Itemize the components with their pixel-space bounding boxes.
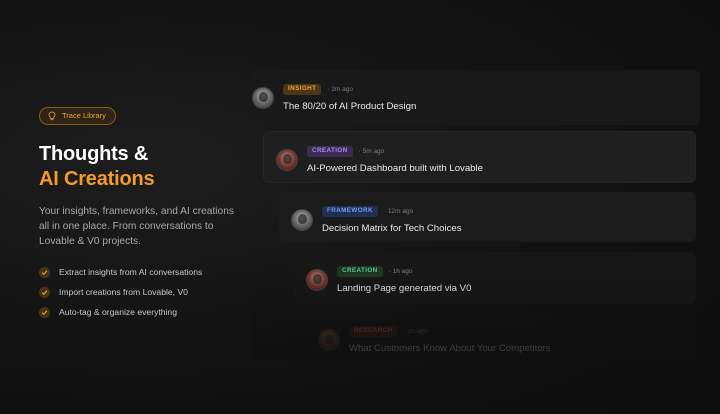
check-icon [39, 306, 50, 318]
feed-card[interactable]: CREATION · 5m ago AI-Powered Dashboard b… [263, 131, 696, 183]
card-title: Decision Matrix for Tech Choices [322, 223, 462, 234]
card-title: What Customers Know About Your Competito… [349, 343, 551, 354]
page-title: Thoughts & AI Creations [39, 142, 239, 192]
card-body: RESEARCH · 1h ago What Customers Know Ab… [349, 326, 551, 354]
hero-description: Your insights, frameworks, and AI creati… [39, 206, 234, 247]
card-title: The 80/20 of AI Product Design [283, 101, 417, 112]
card-body: INSIGHT · 2m ago The 80/20 of AI Product… [283, 84, 416, 112]
tag-badge: CREATION [307, 146, 353, 157]
trace-library-badge[interactable]: Trace Library [39, 107, 116, 125]
card-meta: FRAMEWORK · 12m ago [322, 206, 462, 217]
feed-card[interactable]: INSIGHT · 2m ago The 80/20 of AI Product… [252, 70, 700, 125]
tag-badge: CREATION [337, 266, 383, 277]
hero-section: Trace Library Thoughts & AI Creations Yo… [39, 107, 239, 322]
card-body: CREATION · 5m ago AI-Powered Dashboard b… [307, 146, 483, 174]
avatar [252, 87, 274, 109]
title-line-1: Thoughts & [39, 143, 149, 165]
feature-item: Import creations from Lovable, V0 [39, 282, 239, 302]
card-time: · 2m ago [327, 86, 353, 93]
avatar [306, 269, 328, 291]
feature-item: Extract insights from AI conversations [39, 262, 239, 282]
card-body: CREATION · 1h ago Landing Page generated… [337, 266, 471, 294]
card-title: AI-Powered Dashboard built with Lovable [307, 163, 483, 174]
feature-label: Import creations from Lovable, V0 [59, 287, 188, 297]
check-icon [39, 286, 50, 298]
card-meta: RESEARCH · 1h ago [349, 326, 551, 337]
feature-list: Extract insights from AI conversations I… [39, 262, 239, 322]
tag-badge: RESEARCH [349, 326, 398, 337]
card-body: FRAMEWORK · 12m ago Decision Matrix for … [322, 206, 462, 234]
feature-label: Extract insights from AI conversations [59, 267, 203, 277]
feed-card[interactable]: RESEARCH · 1h ago What Customers Know Ab… [306, 312, 696, 360]
feed-card[interactable]: FRAMEWORK · 12m ago Decision Matrix for … [279, 192, 696, 242]
feature-label: Auto-tag & organize everything [59, 307, 177, 317]
activity-feed: INSIGHT · 2m ago The 80/20 of AI Product… [252, 70, 700, 360]
card-time: · 1h ago [388, 268, 413, 275]
card-meta: CREATION · 1h ago [337, 266, 471, 277]
card-time: · 1h ago [403, 328, 428, 335]
avatar [318, 329, 340, 351]
avatar [276, 149, 298, 171]
lightbulb-icon [48, 111, 56, 121]
feed-card[interactable]: CREATION · 1h ago Landing Page generated… [294, 252, 696, 304]
tag-badge: INSIGHT [283, 84, 322, 95]
card-time: · 12m ago [383, 208, 414, 215]
card-title: Landing Page generated via V0 [337, 283, 472, 294]
card-time: · 5m ago [358, 148, 385, 155]
badge-label: Trace Library [62, 111, 106, 121]
card-meta: CREATION · 5m ago [307, 146, 483, 157]
tag-badge: FRAMEWORK [322, 206, 378, 217]
card-meta: INSIGHT · 2m ago [283, 84, 416, 95]
title-line-2: AI Creations [39, 168, 155, 190]
avatar [291, 209, 313, 231]
check-icon [39, 266, 50, 278]
feature-item: Auto-tag & organize everything [39, 302, 239, 322]
